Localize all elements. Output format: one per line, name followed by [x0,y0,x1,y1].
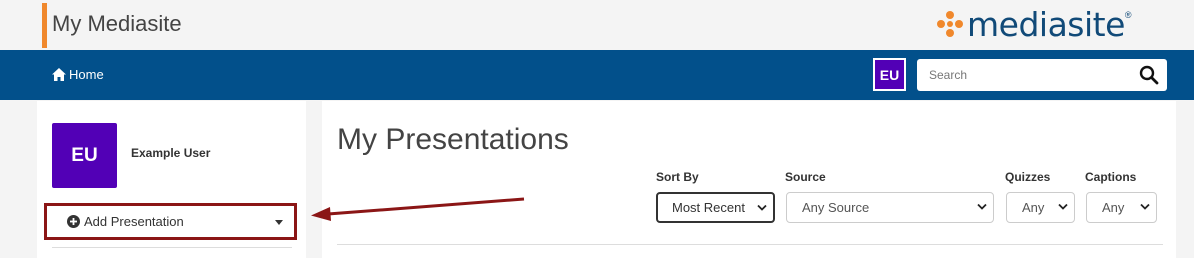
sort-by-select[interactable]: Most Recent [656,192,775,223]
page-title: My Presentations [337,123,569,156]
app-title: My Mediasite [52,11,182,36]
quizzes-select[interactable]: Any [1006,192,1075,223]
user-avatar-button[interactable]: EU [873,58,906,91]
mediasite-logo[interactable]: mediasite ® [935,6,1132,42]
main-content: My Presentations Sort By Most Recent Sou… [322,101,1176,258]
orange-dots-logo-icon [937,11,963,37]
logo-registered-mark: ® [1124,10,1132,20]
captions-select[interactable]: Any [1086,192,1157,223]
add-presentation-label: Add Presentation [84,214,184,229]
profile-user-name: Example User [131,146,211,160]
search-input[interactable] [917,59,1132,91]
profile-avatar: EU [52,123,117,188]
home-icon [52,68,66,81]
top-header: My Mediasite mediasite ® [0,0,1194,50]
sort-by-label: Sort By [656,170,699,184]
plus-circle-icon [67,215,80,228]
chevron-down-icon [977,203,987,210]
add-presentation-dropdown[interactable]: Add Presentation [44,203,297,240]
chevron-down-icon [757,204,767,211]
source-label: Source [785,170,826,184]
header-accent-bar [42,3,47,48]
logo-wordmark: mediasite [967,4,1125,44]
profile-sidebar: EU Example User Add Presentation [37,101,306,258]
quizzes-value: Any [1022,200,1045,215]
main-navbar: Home EU [0,50,1194,100]
source-select[interactable]: Any Source [786,192,994,223]
nav-home-label: Home [69,67,104,82]
search-icon[interactable] [1139,65,1159,85]
quizzes-label: Quizzes [1005,170,1051,184]
captions-label: Captions [1085,170,1137,184]
captions-value: Any [1102,200,1125,215]
sort-by-value: Most Recent [672,200,745,215]
sidebar-divider [52,247,292,248]
chevron-down-icon [1140,203,1150,210]
search-box [917,59,1167,91]
caret-down-icon [275,220,283,225]
source-value: Any Source [802,200,870,215]
main-divider [337,244,1163,245]
chevron-down-icon [1058,203,1068,210]
nav-home-link[interactable]: Home [52,67,104,82]
